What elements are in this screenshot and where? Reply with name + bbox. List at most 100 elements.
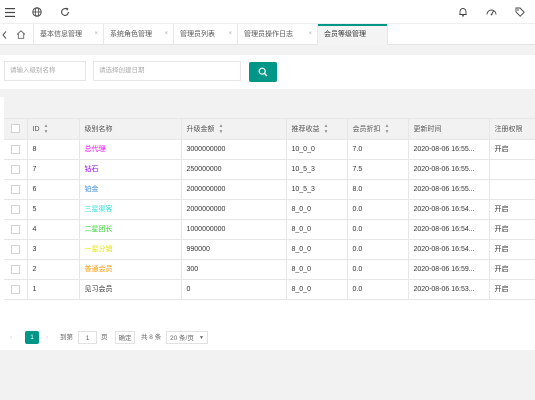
table-row[interactable]: 4 二星团长 1000000000 8_0_0 0.0 2020-08-06 16:54.… bbox=[4, 219, 535, 240]
goto-page-input[interactable]: 1 bbox=[78, 331, 97, 344]
cell-id: 3 bbox=[27, 239, 80, 260]
cell-updated: 2020-08-06 16:55... bbox=[408, 159, 490, 180]
cell-id: 4 bbox=[27, 219, 80, 240]
tab-close-icon[interactable]: × bbox=[308, 24, 312, 45]
tab-close-icon[interactable]: × bbox=[164, 24, 168, 45]
tab-label: 基本信息管理 bbox=[40, 31, 82, 38]
cell-discount: 0.0 bbox=[347, 199, 409, 220]
cell-permission: 开启 bbox=[489, 139, 535, 160]
goto-label: 到第 bbox=[60, 334, 73, 341]
cell-reward: 10_5_3 bbox=[286, 179, 348, 200]
row-checkbox[interactable] bbox=[11, 204, 20, 214]
tab-close-icon[interactable]: × bbox=[228, 24, 232, 45]
page-size-select[interactable]: 20 条/页 ▼ bbox=[166, 331, 208, 344]
cell-level-name: 总代理 bbox=[79, 139, 182, 160]
cell-permission bbox=[489, 159, 535, 180]
next-page-icon[interactable]: › bbox=[46, 331, 48, 344]
page-footer-area bbox=[0, 350, 535, 400]
bell-icon[interactable] bbox=[457, 6, 469, 18]
cell-updated: 2020-08-06 16:59... bbox=[408, 259, 490, 280]
search-button[interactable] bbox=[249, 62, 277, 82]
col-header-label: 升级金额 bbox=[186, 125, 215, 133]
cell-level-name: 铂金 bbox=[79, 179, 182, 200]
level-name-input[interactable]: 请输入级别名称 bbox=[4, 61, 86, 81]
cell-amount: 0 bbox=[181, 279, 287, 300]
tab-label: 系统角色管理 bbox=[110, 31, 152, 38]
home-icon[interactable] bbox=[8, 24, 34, 45]
cell-amount: 3000000000 bbox=[181, 139, 287, 160]
select-all-checkbox[interactable] bbox=[11, 124, 20, 134]
table-row[interactable]: 5 三星渠客 2000000000 8_0_0 0.0 2020-08-06 16:54.… bbox=[4, 199, 535, 220]
sort-icon[interactable]: ▲ ▼ bbox=[324, 123, 329, 135]
row-checkbox[interactable] bbox=[11, 164, 20, 174]
table-row[interactable]: 7 钻石 250000000 10_5_3 7.5 2020-08-06 16:55... bbox=[4, 159, 535, 180]
row-checkbox-cell bbox=[4, 279, 28, 300]
tab-admin-list[interactable]: 管理员列表 × bbox=[174, 24, 238, 45]
row-checkbox[interactable] bbox=[11, 284, 20, 294]
cell-level-name: 见习会员 bbox=[79, 279, 182, 300]
table-row[interactable]: 1 见习会员 0 8_0_0 0.0 2020-08-06 16:53... 开启 bbox=[4, 279, 535, 300]
col-header-name: 级别名称 bbox=[79, 119, 182, 140]
row-checkbox-cell bbox=[4, 259, 28, 280]
theme-icon[interactable] bbox=[485, 6, 497, 18]
current-page-button[interactable]: 1 bbox=[25, 331, 39, 344]
cell-amount: 2000000000 bbox=[181, 179, 287, 200]
cell-updated: 2020-08-06 16:55... bbox=[408, 139, 490, 160]
tab-admin-log[interactable]: 管理员操作日志 × bbox=[238, 24, 318, 45]
sort-icon[interactable]: ▲ ▼ bbox=[44, 123, 49, 135]
cell-updated: 2020-08-06 16:54... bbox=[408, 219, 490, 240]
sort-icon[interactable]: ▲ ▼ bbox=[219, 123, 224, 135]
select-all-cell bbox=[4, 119, 28, 140]
col-header-label: 会员折扣 bbox=[352, 125, 381, 133]
tag-icon[interactable] bbox=[514, 6, 526, 18]
table-row[interactable]: 6 铂金 2000000000 10_5_3 8.0 2020-08-06 16:55..… bbox=[4, 179, 535, 200]
cell-discount: 7.5 bbox=[347, 159, 409, 180]
cell-id: 1 bbox=[27, 279, 80, 300]
cell-id: 7 bbox=[27, 159, 80, 180]
row-checkbox[interactable] bbox=[11, 144, 20, 154]
cell-reward: 8_0_0 bbox=[286, 259, 348, 280]
tab-member-levels[interactable]: 会员等级管理 bbox=[318, 24, 388, 45]
cell-permission: 开启 bbox=[489, 199, 535, 220]
cell-reward: 8_0_0 bbox=[286, 279, 348, 300]
created-date-input[interactable]: 请选择创建日期 bbox=[93, 61, 241, 81]
col-header-discount[interactable]: 会员折扣 ▲ ▼ bbox=[347, 119, 409, 140]
row-checkbox[interactable] bbox=[11, 244, 20, 254]
tabs-scroll-left-icon[interactable] bbox=[0, 24, 8, 45]
row-checkbox[interactable] bbox=[11, 264, 20, 274]
row-checkbox-cell bbox=[4, 199, 28, 220]
col-header-id[interactable]: ID ▲ ▼ bbox=[27, 119, 80, 140]
refresh-icon[interactable] bbox=[59, 6, 71, 18]
cell-permission: 开启 bbox=[489, 279, 535, 300]
tab-close-icon[interactable]: × bbox=[94, 24, 98, 45]
col-header-amount[interactable]: 升级金额 ▲ ▼ bbox=[181, 119, 287, 140]
row-checkbox[interactable] bbox=[11, 184, 20, 194]
col-header-reward[interactable]: 推荐收益 ▲ ▼ bbox=[286, 119, 348, 140]
cell-level-name: 二星团长 bbox=[79, 219, 182, 240]
table-row[interactable]: 3 一星分销 990000 8_0_0 0.0 2020-08-06 16:54... 开启 bbox=[4, 239, 535, 260]
row-checkbox-cell bbox=[4, 239, 28, 260]
confirm-button[interactable]: 确定 bbox=[115, 331, 135, 344]
tab-system-roles[interactable]: 系统角色管理 × bbox=[104, 24, 174, 45]
row-checkbox-cell bbox=[4, 139, 28, 160]
total-count: 共 8 条 bbox=[141, 334, 162, 341]
cell-level-name: 普通会员 bbox=[79, 259, 182, 280]
table-row[interactable]: 8 总代理 3000000000 10_0_0 7.0 2020-08-06 16:55.… bbox=[4, 139, 535, 160]
cell-updated: 2020-08-06 16:54... bbox=[408, 199, 490, 220]
grid-toolbar bbox=[4, 97, 535, 119]
sort-icon[interactable]: ▲ ▼ bbox=[385, 123, 390, 135]
cell-amount: 300 bbox=[181, 259, 287, 280]
cell-amount: 2000000000 bbox=[181, 199, 287, 220]
globe-icon[interactable] bbox=[31, 6, 43, 18]
cell-level-name: 一星分销 bbox=[79, 239, 182, 260]
menu-toggle-icon[interactable] bbox=[4, 6, 16, 18]
cell-permission: 开启 bbox=[489, 239, 535, 260]
prev-page-icon[interactable]: ‹ bbox=[10, 331, 12, 344]
cell-amount: 990000 bbox=[181, 239, 287, 260]
chevron-down-icon: ▼ bbox=[199, 335, 204, 341]
table-row[interactable]: 2 普通会员 300 8_0_0 0.0 2020-08-06 16:59... 开启 bbox=[4, 259, 535, 280]
col-header-updated: 更新时间 bbox=[408, 119, 490, 140]
tab-basic-info[interactable]: 基本信息管理 × bbox=[34, 24, 104, 45]
row-checkbox[interactable] bbox=[11, 224, 20, 234]
cell-level-name: 钻石 bbox=[79, 159, 182, 180]
